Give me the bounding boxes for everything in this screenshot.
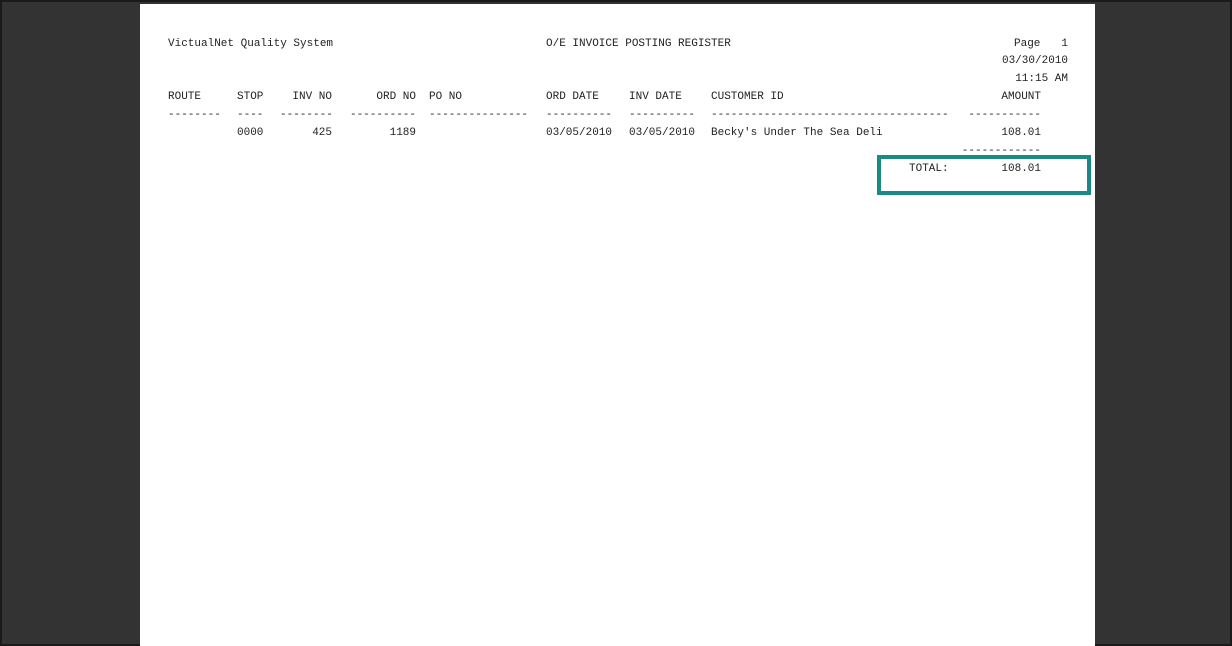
separator-po-no: --------------- (429, 109, 529, 121)
viewer-frame: VictualNet Quality System O/E INVOICE PO… (0, 0, 1232, 646)
cell-customer-id: Becky's Under The Sea Deli (711, 127, 883, 139)
col-header-po-no: PO NO (429, 91, 463, 103)
col-header-inv-no: INV NO (292, 91, 332, 103)
company-name: VictualNet Quality System (168, 38, 334, 50)
separator-route: -------- (168, 109, 221, 121)
col-header-ord-date: ORD DATE (546, 91, 599, 103)
separator-ord-no: ---------- (349, 109, 416, 121)
col-header-inv-date: INV DATE (629, 91, 682, 103)
separator-stop: ---- (237, 109, 264, 121)
report-title: O/E INVOICE POSTING REGISTER (546, 38, 731, 50)
separator-inv-date: ---------- (629, 109, 696, 121)
separator-ord-date: ---------- (546, 109, 613, 121)
col-header-route: ROUTE (168, 91, 202, 103)
total-highlight-box (877, 155, 1091, 195)
separator-inv-no: -------- (280, 109, 333, 121)
cell-amount: 108.01 (1001, 127, 1041, 139)
page-number: 1 (1061, 38, 1068, 50)
col-header-stop: STOP (237, 91, 264, 103)
cell-ord-no: 1189 (389, 127, 416, 139)
col-header-ord-no: ORD NO (376, 91, 416, 103)
cell-stop: 0000 (237, 127, 264, 139)
col-header-amount: AMOUNT (1001, 91, 1041, 103)
page-label: Page (1014, 38, 1041, 50)
col-header-customer-id: CUSTOMER ID (711, 91, 784, 103)
report-date: 03/30/2010 (1001, 55, 1068, 67)
report-page: VictualNet Quality System O/E INVOICE PO… (140, 4, 1095, 646)
separator-amount: ----------- (968, 109, 1041, 121)
cell-inv-no: 425 (312, 127, 332, 139)
separator-customer-id: ------------------------------------ (711, 109, 949, 121)
cell-ord-date: 03/05/2010 (546, 127, 613, 139)
cell-inv-date: 03/05/2010 (629, 127, 696, 139)
report-time: 11:15 AM (1015, 73, 1068, 85)
